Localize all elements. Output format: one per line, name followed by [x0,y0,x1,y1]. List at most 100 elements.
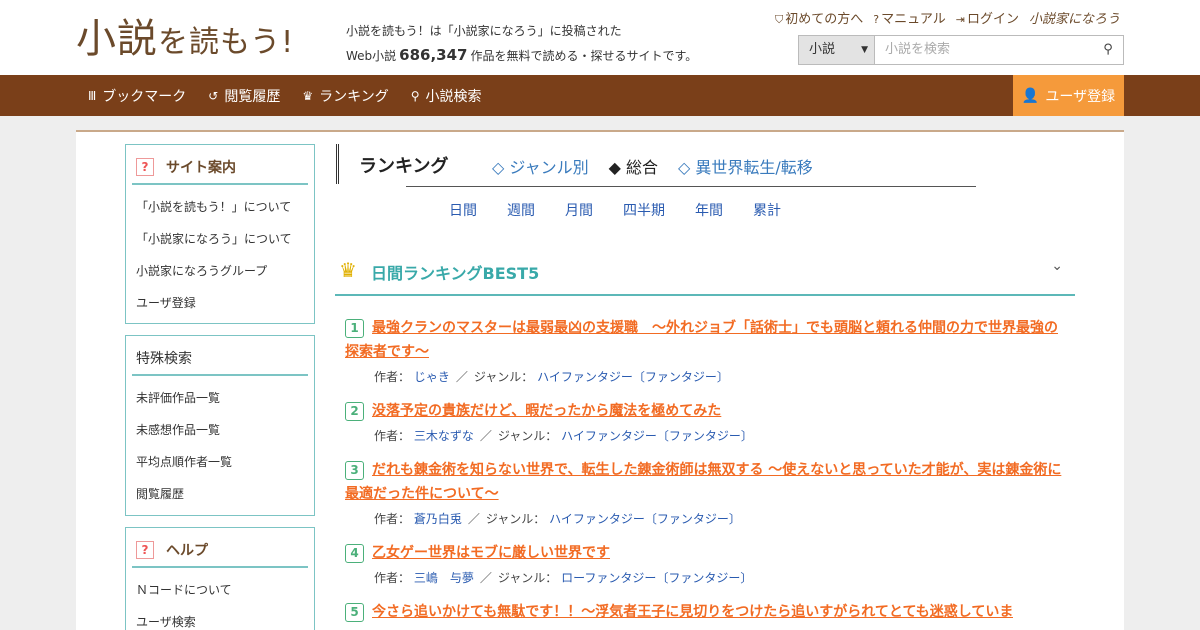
site-logo[interactable]: 小説を読もう! [76,14,294,68]
sidebar-special-search: 特殊検索 未評価作品一覧 未感想作品一覧 平均点順作者一覧 閲覧履歴 [125,335,315,516]
narou-logo-link[interactable]: 小説家になろう [1029,8,1120,27]
login-icon: ⇥ [955,13,965,26]
special-search-title: 特殊検索 [132,342,308,376]
chevron-down-icon[interactable]: ⌄ [1051,258,1063,274]
novel-meta: 作者： 三木なずな ／ ジャンル： ハイファンタジー〔ファンタジー〕 [374,427,1065,444]
author-label: 作者： [374,429,411,443]
tab-divider [406,186,976,187]
sidebar-item-user-search[interactable]: ユーザ検索 [126,606,314,630]
crown-icon: ♛ [339,258,357,282]
site-guide-title-text: サイト案内 [166,160,236,176]
ranking-item: 4 乙女ゲー世界はモブに厳しい世界です 作者： 三嶋 与夢／ジャンル： ローファン… [345,541,1065,586]
ranking-tabs: ◇ ジャンル別 ◆ 総合 ◇ 異世界転生/転移 [492,154,813,178]
shield-icon: ⛉ [775,13,784,26]
login-link[interactable]: ⇥ ログイン [956,8,1019,27]
nav-history[interactable]: ↺ 閲覧履歴 [208,86,280,106]
genre-link[interactable]: ハイファンタジー〔ファンタジー〕 [549,512,741,526]
genre-link[interactable]: ローファンタジー〔ファンタジー〕 [561,571,752,585]
nav-search[interactable]: ⚲ 小説検索 [411,86,482,106]
sidebar-item-ncode[interactable]: Ｎコードについて [126,574,314,606]
ranking-title: ランキング [359,156,449,177]
nav-ranking[interactable]: ♛ ランキング [302,86,388,106]
ranking-list: 1 最強クランのマスターは最弱最凶の支援職 ～外れジョブ「話術士」でも頭脳と頼れる… [345,316,1065,630]
search-icon: ⚲ [410,88,420,103]
sidebar-item-avg-authors[interactable]: 平均点順作者一覧 [126,446,314,478]
ranking-item: 1 最強クランのマスターは最弱最凶の支援職 ～外れジョブ「話術士」でも頭脳と頼れる… [345,316,1065,385]
sidebar-item-about-yomou[interactable]: 「小説を読もう！」について [126,191,314,223]
novel-count: 686,347 [399,46,468,64]
first-time-link[interactable]: ⛉ 初めての方へ [775,8,863,27]
sidebar-item-history[interactable]: 閲覧履歴 [126,478,314,510]
tagline-line1: 小説を読もう！は「小説家になろう」に投稿された [346,24,622,38]
search-box: 小説 ▼ 小説を検索 ⚲ [798,35,1124,65]
genre-link[interactable]: ハイファンタジー〔ファンタジー〕 [561,429,753,443]
genre-label: ジャンル： [473,370,534,384]
heading-bar [336,144,339,184]
register-button[interactable]: 👤 ユーザ登録 [1013,75,1124,116]
period-yearly[interactable]: 年間 [695,200,723,220]
author-link[interactable]: 蒼乃白兎 [414,512,462,526]
author-label: 作者： [374,370,411,384]
user-icon: 👤 [1021,87,1040,104]
novel-meta: 作者： 蒼乃白兎 ／ ジャンル： ハイファンタジー〔ファンタジー〕 [374,510,1065,527]
top-links: ⛉ 初めての方へ ? マニュアル ⇥ ログイン 小説家になろう [775,8,1120,27]
genre-link[interactable]: ハイファンタジー〔ファンタジー〕 [537,370,729,384]
logo-text-small: を読もう! [158,25,295,60]
site-guide-title: ? サイト案内 [132,151,308,185]
novel-title-link[interactable]: だれも錬金術を知らない世界で、転生した錬金術師は無双する 〜使えないと思っていた… [345,458,1065,506]
tagline-suffix: 作品を無料で読める・探せるサイトです。 [470,49,698,63]
nav-history-label: 閲覧履歴 [224,88,281,105]
crown-icon: ♛ [302,88,314,103]
bookmark-icon: Ⅲ [88,88,97,103]
history-icon: ↺ [208,88,219,103]
sidebar-item-unrated[interactable]: 未評価作品一覧 [126,382,314,414]
first-time-label: 初めての方へ [785,12,864,27]
separator: ／ [467,512,480,526]
genre-label: ジャンル： [497,429,558,443]
nav-ranking-label: ランキング [319,88,389,105]
search-icon: ⚲ [1103,42,1113,57]
sidebar-item-register[interactable]: ユーザ登録 [126,287,314,319]
login-label: ログイン [966,12,1019,27]
tagline-prefix: Web小説 [346,49,397,63]
sidebar-item-about-narou[interactable]: 「小説家になろう」について [126,223,314,255]
chevron-down-icon: ▼ [861,45,868,55]
period-total[interactable]: 累計 [753,200,781,220]
period-quarterly[interactable]: 四半期 [623,200,665,220]
nav-bookmark-label: ブックマーク [102,88,187,105]
period-monthly[interactable]: 月間 [565,200,593,220]
logo-text-main: 小説 [76,16,158,62]
ranking-header: ランキング ◇ ジャンル別 ◆ 総合 ◇ 異世界転生/転移 [336,144,1052,186]
ranking-item: 3 だれも錬金術を知らない世界で、転生した錬金術師は無双する 〜使えないと思ってい… [345,458,1065,527]
search-type-select[interactable]: 小説 ▼ [799,36,875,64]
search-button[interactable]: ⚲ [1093,36,1123,64]
search-type-value: 小説 [809,42,836,57]
period-tabs: 日間 週間 月間 四半期 年間 累計 [449,200,781,220]
novel-title-link[interactable]: 没落予定の貴族だけど、暇だったから魔法を極めてみた [345,399,721,423]
ranking-item: 2 没落予定の貴族だけど、暇だったから魔法を極めてみた 作者： 三木なずな／ジャン… [345,399,1065,444]
novel-meta: 作者： じゃき ／ ジャンル： ハイファンタジー〔ファンタジー〕 [374,368,1065,385]
tab-genre[interactable]: ◇ ジャンル別 [492,154,589,178]
sidebar-item-narou-group[interactable]: 小説家になろうグループ [126,255,314,287]
site-header: 小説を読もう! 小説を読もう！は「小説家になろう」に投稿された Web小説 686… [0,0,1200,75]
nav-bookmark[interactable]: Ⅲ ブックマーク [88,86,186,106]
novel-title-link[interactable]: 最強クランのマスターは最弱最凶の支援職 ～外れジョブ「話術士」でも頭脳と頼れる仲… [345,316,1065,364]
tab-isekai[interactable]: ◇ 異世界転生/転移 [678,154,813,178]
novel-title-link[interactable]: 今さら追いかけても無駄です！！～浮気者王子に見切りをつけたら追いすがられてとても… [345,600,1013,624]
author-link[interactable]: じゃき [414,370,450,384]
search-input[interactable]: 小説を検索 [875,36,1093,64]
best5-header[interactable]: ♛ 日間ランキングBEST5 ⌄ [335,244,1075,296]
help-title-text: ヘルプ [166,543,208,559]
sidebar-item-no-review[interactable]: 未感想作品一覧 [126,414,314,446]
novel-title-link[interactable]: 乙女ゲー世界はモブに厳しい世界です [345,541,610,565]
author-link[interactable]: 三嶋 与夢 [414,571,474,585]
tab-overall[interactable]: ◆ 総合 [609,154,658,178]
period-daily[interactable]: 日間 [449,200,477,220]
author-link[interactable]: 三木なずな [414,429,474,443]
best5-title: 日間ランキングBEST5 [371,264,540,283]
question-icon: ? [136,158,154,176]
manual-link[interactable]: ? マニュアル [873,8,945,27]
separator: ／ [479,429,492,443]
genre-label: ジャンル： [485,512,546,526]
period-weekly[interactable]: 週間 [507,200,535,220]
